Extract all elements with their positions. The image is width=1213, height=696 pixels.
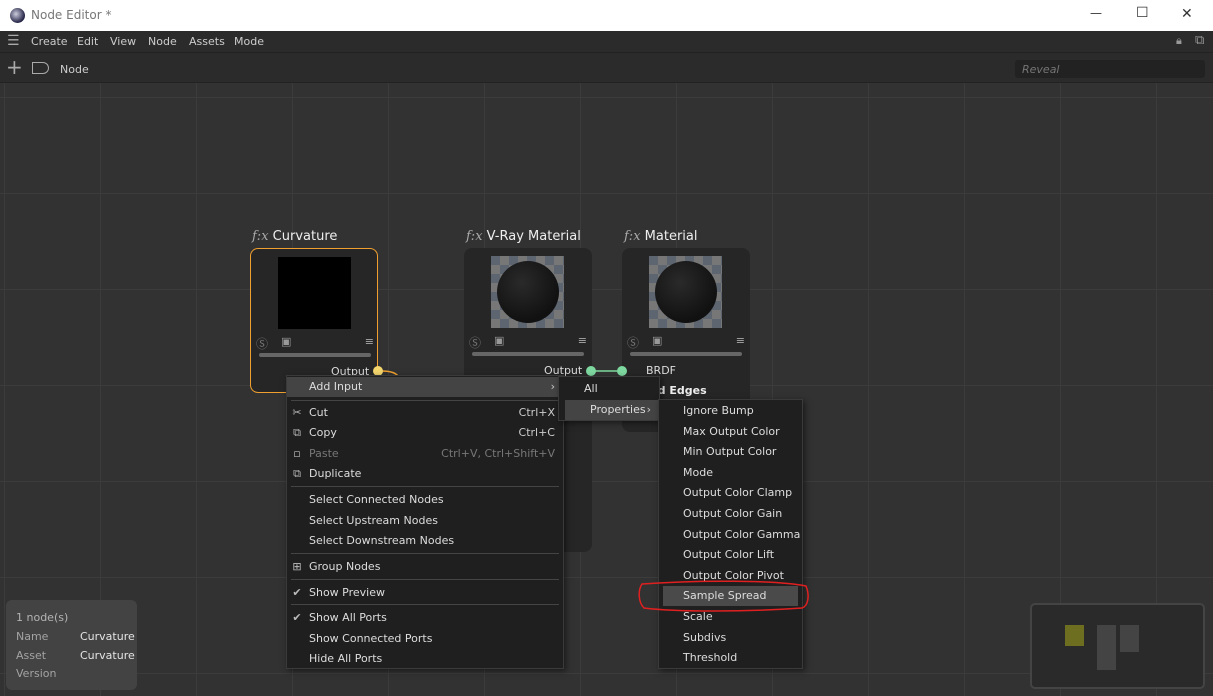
material-preview	[491, 256, 564, 328]
minimap[interactable]	[1030, 603, 1205, 689]
node-title-curvature: f:x Curvature	[252, 229, 338, 244]
preview-slider[interactable]	[259, 353, 371, 357]
red-highlight-circle	[638, 580, 809, 612]
preview-slider[interactable]	[472, 352, 584, 356]
check-icon: ✔	[292, 611, 302, 624]
submenu-properties: Ignore Bump Max Output Color Min Output Co…	[658, 399, 803, 669]
menu-item-output-color-gamma[interactable]: Output Color Gamma	[659, 525, 802, 545]
brdf-input-port[interactable]	[617, 366, 627, 376]
menu-item-subdivs[interactable]: Subdivs	[659, 628, 802, 648]
minimap-node-curvature	[1065, 625, 1084, 646]
paste-icon: ▫	[293, 447, 301, 460]
menu-item-select-downstream[interactable]: Select Downstream Nodes	[287, 531, 563, 551]
menu-item-show-connected-ports[interactable]: Show Connected Ports	[287, 629, 563, 649]
plus-box-icon: ⊞	[292, 560, 302, 573]
dollar-icon: Ⓢ	[469, 336, 482, 350]
preview-slider[interactable]	[630, 352, 742, 356]
menu-item-max-output-color[interactable]: Max Output Color	[659, 422, 802, 442]
node-count: 1 node(s)	[16, 611, 69, 624]
output-port[interactable]	[586, 366, 596, 376]
menu-item-group-nodes[interactable]: ⊞ Group Nodes	[287, 557, 563, 577]
menu-item-properties[interactable]: Properties ›	[565, 400, 659, 420]
node-title-vray: f:x V-Ray Material	[466, 229, 581, 244]
image-icon: ▣	[652, 334, 663, 347]
node-curvature[interactable]: Ⓢ ▣ ≡ Output	[250, 248, 383, 393]
check-icon: ✔	[292, 586, 302, 599]
menu-item-duplicate[interactable]: ⧉ Duplicate	[287, 464, 563, 484]
list-icon[interactable]: ≡	[736, 334, 745, 347]
list-icon[interactable]: ≡	[578, 334, 587, 347]
material-preview	[649, 256, 722, 328]
menu-item-select-upstream[interactable]: Select Upstream Nodes	[287, 511, 563, 531]
menu-item-show-all-ports[interactable]: ✔ Show All Ports	[287, 608, 563, 628]
version-label: Version	[16, 667, 57, 680]
menu-item-output-color-lift[interactable]: Output Color Lift	[659, 545, 802, 565]
menu-item-paste[interactable]: ▫ Paste Ctrl+V, Ctrl+Shift+V	[287, 444, 563, 464]
copy-icon: ⧉	[293, 426, 301, 439]
name-label: Name	[16, 630, 49, 643]
image-icon: ▣	[494, 334, 505, 347]
list-icon[interactable]: ≡	[365, 335, 374, 348]
minimap-node-material	[1120, 625, 1139, 652]
submenu-add-input: All Properties ›	[558, 376, 660, 421]
info-panel: 1 node(s) Name Curvature Asset Curvature…	[6, 600, 137, 690]
menu-item-copy[interactable]: ⧉ Copy Ctrl+C	[287, 423, 563, 443]
menu-item-mode[interactable]: Mode	[659, 463, 802, 483]
asset-label: Asset	[16, 649, 47, 662]
menu-item-all[interactable]: All	[559, 379, 659, 399]
asset-value: Curvature	[80, 649, 135, 662]
minimap-node-vray	[1097, 625, 1116, 670]
dollar-icon: Ⓢ	[256, 337, 269, 351]
dollar-icon: Ⓢ	[627, 336, 640, 350]
image-icon: ▣	[281, 335, 292, 348]
duplicate-icon: ⧉	[293, 467, 301, 480]
menu-item-cut[interactable]: ✂ Cut Ctrl+X	[287, 403, 563, 423]
menu-item-hide-all-ports[interactable]: Hide All Ports	[287, 649, 563, 669]
menu-item-output-color-gain[interactable]: Output Color Gain	[659, 504, 802, 524]
node-preview	[278, 257, 351, 329]
menu-item-min-output-color[interactable]: Min Output Color	[659, 442, 802, 462]
name-value: Curvature	[80, 630, 135, 643]
connections	[380, 370, 622, 379]
menu-item-output-color-clamp[interactable]: Output Color Clamp	[659, 483, 802, 503]
menu-item-show-preview[interactable]: ✔ Show Preview	[287, 583, 563, 603]
context-menu: Add Input › ✂ Cut Ctrl+X ⧉ Copy Ctrl+C ▫ Paste…	[286, 375, 564, 669]
scissors-icon: ✂	[292, 406, 302, 419]
menu-item-add-input[interactable]: Add Input ›	[287, 377, 563, 397]
menu-item-ignore-bump[interactable]: Ignore Bump	[659, 401, 802, 421]
node-title-material: f:x Material	[624, 229, 698, 244]
menu-item-select-connected[interactable]: Select Connected Nodes	[287, 490, 563, 510]
menu-item-threshold[interactable]: Threshold	[659, 648, 802, 668]
